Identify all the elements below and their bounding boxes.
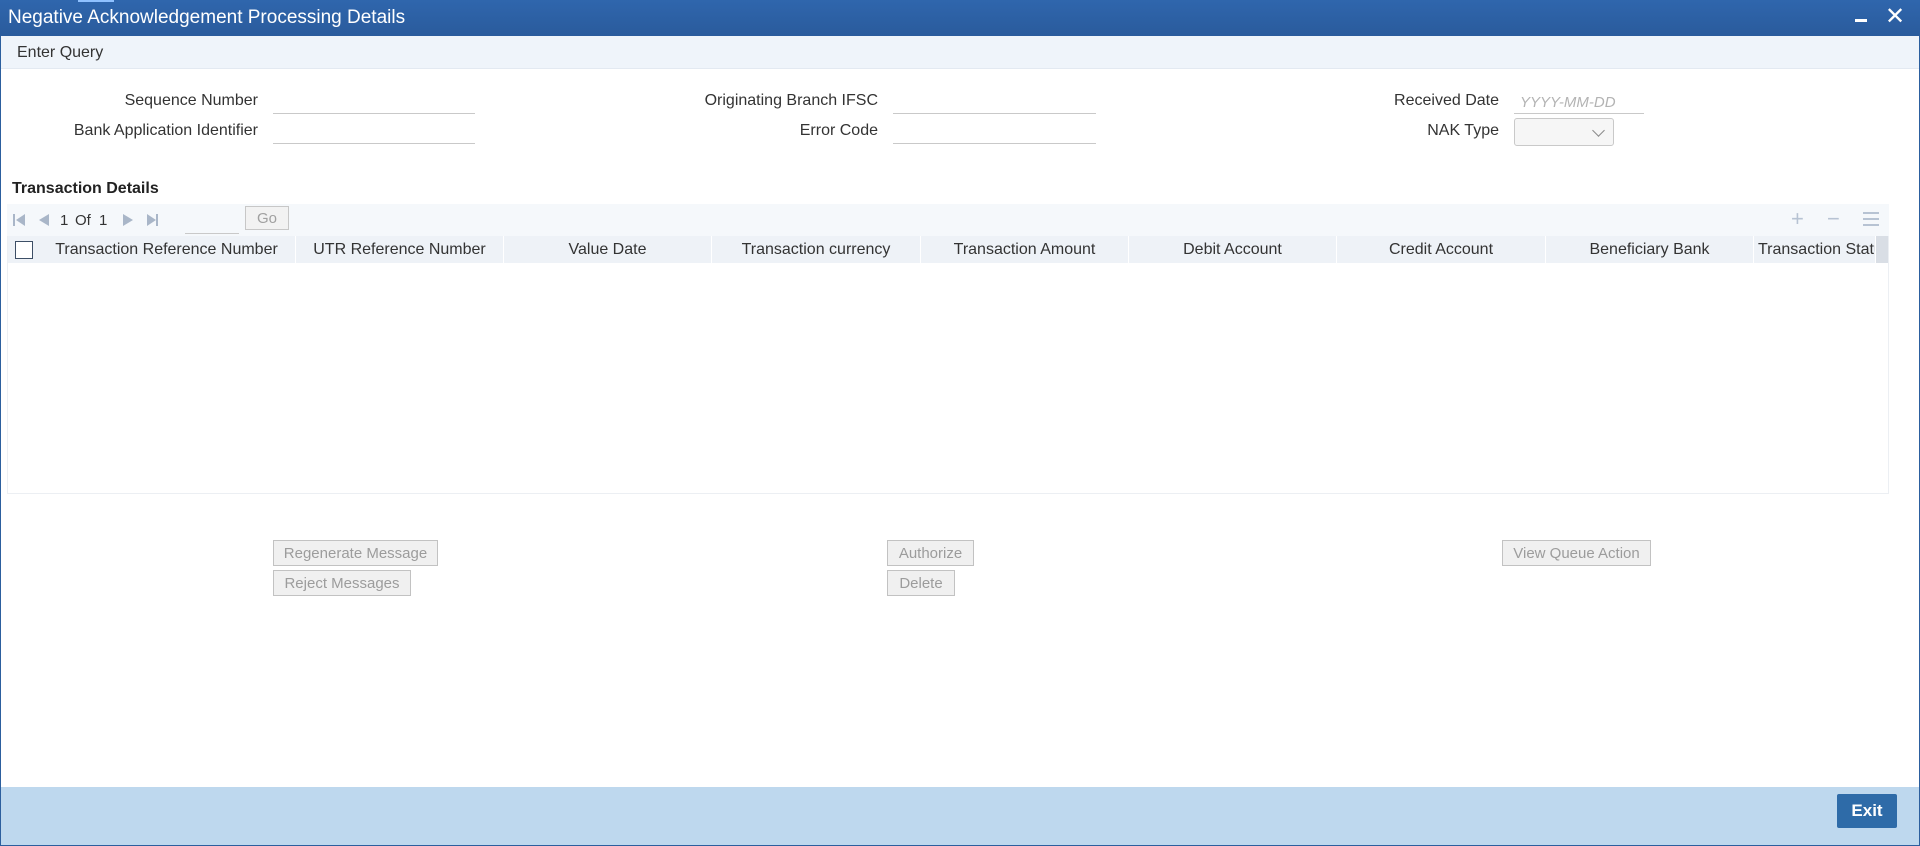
exit-button[interactable]: Exit	[1837, 794, 1897, 828]
close-icon[interactable]: ✕	[1884, 5, 1906, 29]
transaction-grid: Transaction Reference Number UTR Referen…	[7, 236, 1889, 494]
go-button[interactable]: Go	[245, 206, 289, 230]
next-page-icon[interactable]	[120, 212, 136, 228]
column-header[interactable]: Value Date	[504, 236, 712, 263]
previous-page-icon[interactable]	[36, 212, 52, 228]
chevron-down-icon	[1592, 124, 1605, 137]
column-header[interactable]: Transaction currency	[712, 236, 921, 263]
received-date-label: Received Date	[1394, 92, 1499, 109]
menu-bar: Enter Query	[1, 36, 1919, 69]
sequence-number-label: Sequence Number	[124, 92, 258, 109]
reject-messages-button[interactable]: Reject Messages	[273, 570, 411, 596]
view-queue-action-button[interactable]: View Queue Action	[1502, 540, 1651, 566]
minimize-icon[interactable]	[1850, 6, 1872, 28]
originating-branch-ifsc-input[interactable]	[893, 92, 1096, 114]
delete-button[interactable]: Delete	[887, 570, 955, 596]
column-header[interactable]: Credit Account	[1337, 236, 1546, 263]
total-pages: 1	[99, 212, 108, 229]
error-code-input[interactable]	[893, 122, 1096, 144]
title-bar: Negative Acknowledgement Processing Deta…	[0, 0, 1920, 36]
bank-application-identifier-input[interactable]	[273, 122, 475, 144]
column-header[interactable]: Transaction Amount	[921, 236, 1129, 263]
window-title: Negative Acknowledgement Processing Deta…	[8, 7, 406, 28]
select-all-checkbox[interactable]	[15, 241, 33, 259]
title-accent	[78, 0, 114, 2]
originating-branch-ifsc-label: Originating Branch IFSC	[704, 92, 878, 109]
transaction-details-title: Transaction Details	[12, 180, 159, 197]
horizontal-scroll-handle[interactable]	[1876, 236, 1888, 263]
received-date-input[interactable]	[1514, 92, 1644, 114]
footer-bar	[1, 787, 1919, 845]
regenerate-message-button[interactable]: Regenerate Message	[273, 540, 438, 566]
last-page-icon[interactable]	[145, 212, 161, 228]
delete-row-icon[interactable]: −	[1827, 208, 1840, 230]
column-header[interactable]: UTR Reference Number	[296, 236, 504, 263]
sequence-number-input[interactable]	[273, 92, 475, 114]
nak-type-select[interactable]	[1514, 118, 1614, 146]
column-header[interactable]: Debit Account	[1129, 236, 1337, 263]
page-of-label: Of	[75, 212, 91, 229]
nak-type-label: NAK Type	[1427, 122, 1499, 139]
column-header[interactable]: Transaction Reference Number	[38, 236, 296, 263]
grid-pager: 1 Of 1 Go + −	[7, 204, 1889, 236]
column-header[interactable]: Beneficiary Bank	[1546, 236, 1754, 263]
add-row-icon[interactable]: +	[1791, 208, 1804, 230]
grid-header: Transaction Reference Number UTR Referen…	[8, 236, 1888, 263]
authorize-button[interactable]: Authorize	[887, 540, 974, 566]
bank-application-identifier-label: Bank Application Identifier	[73, 122, 258, 139]
list-view-icon[interactable]	[1863, 211, 1879, 227]
first-page-icon[interactable]	[12, 212, 28, 228]
error-code-label: Error Code	[799, 122, 878, 139]
current-page: 1	[60, 212, 69, 229]
enter-query-menu-item[interactable]: Enter Query	[17, 44, 103, 62]
column-header[interactable]: Transaction Status	[1754, 236, 1876, 263]
page-number-input[interactable]	[185, 209, 239, 234]
